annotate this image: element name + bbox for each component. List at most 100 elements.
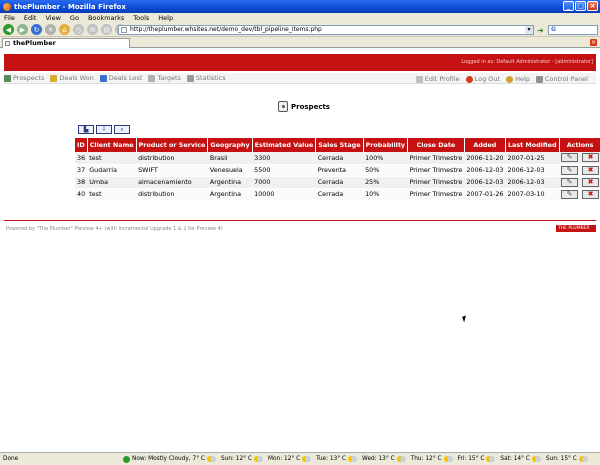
tab-theplumber[interactable]: thePlumber (2, 38, 130, 48)
delete-button[interactable]: ✖ (582, 189, 600, 199)
window-title: thePlumber - Mozilla Firefox (14, 2, 126, 11)
search-input[interactable]: G (548, 25, 598, 35)
cell-value: 7000 (252, 176, 316, 189)
col-sales-stage[interactable]: Sales Stage (315, 138, 364, 152)
delete-button[interactable]: ✖ (582, 177, 600, 187)
col-close-date[interactable]: Close Date (407, 138, 465, 152)
weather-now[interactable]: Now: Mostly Cloudy, 7° C (123, 455, 216, 463)
forecast-day[interactable]: Fri: 15° C (458, 456, 496, 462)
col-probability[interactable]: Probability (363, 138, 409, 152)
history-icon[interactable]: ◷ (73, 24, 84, 35)
nav-control-panel[interactable]: Control Panel (535, 75, 588, 83)
minimize-icon[interactable]: _ (563, 1, 574, 11)
search-button[interactable]: ⌕ (114, 125, 130, 134)
forecast-label: Wed: 13° C (362, 456, 395, 462)
col-product[interactable]: Product or Service (136, 138, 209, 152)
cell-probability: 100% (363, 152, 408, 165)
forecast-label: Tue: 13° C (316, 456, 347, 462)
edit-button[interactable]: ✎ (561, 177, 579, 187)
reload-icon[interactable]: ↻ (31, 24, 42, 35)
cell-modified: 2006-12-03 (505, 176, 560, 189)
add-record-button[interactable]: ▙ (78, 125, 94, 134)
nav-help[interactable]: Help (506, 75, 530, 83)
logout-icon (465, 75, 473, 83)
menu-edit[interactable]: Edit (24, 14, 37, 22)
forward-icon[interactable]: ▶ (17, 24, 28, 35)
edit-button[interactable]: ✎ (561, 165, 579, 175)
menu-tools[interactable]: Tools (133, 14, 149, 22)
col-id[interactable]: ID (75, 138, 88, 152)
delete-button[interactable]: ✖ (582, 153, 600, 163)
go-icon[interactable]: ➜ (537, 26, 544, 35)
forecast-day[interactable]: Sat: 14° C (500, 456, 541, 462)
add-icon: ▙ (83, 125, 89, 133)
nav-edit-profile[interactable]: Edit Profile (415, 75, 460, 83)
address-bar[interactable]: http://theplumber.whsites.net/demo_dev/t… (118, 25, 534, 35)
menu-help[interactable]: Help (158, 14, 173, 22)
delete-icon: ✖ (587, 189, 594, 198)
maximize-icon[interactable]: □ (575, 1, 586, 11)
forecast-day[interactable]: Sun: 12° C (221, 456, 263, 462)
forecast-day[interactable]: Wed: 13° C (362, 456, 406, 462)
favicon-icon (5, 41, 10, 46)
footer-text: Powered by "The Plumber" Preview 4+ (wit… (6, 226, 223, 232)
help-icon (506, 75, 514, 83)
cell-modified: 2007-03-10 (505, 188, 560, 201)
edit-icon: ✎ (566, 153, 573, 162)
menu-file[interactable]: File (4, 14, 15, 22)
close-icon[interactable]: × (587, 1, 598, 11)
nav-log-out[interactable]: Log Out (465, 75, 500, 83)
footer-divider (4, 220, 596, 221)
cell-actions: ✎ ✖ (559, 164, 600, 177)
col-added[interactable]: Added (464, 138, 506, 152)
table-row: 40 test distribution Argentina 10000 Cer… (75, 188, 600, 201)
forecast-day[interactable]: Tue: 13° C (316, 456, 358, 462)
cell-probability: 25% (363, 176, 408, 189)
edit-icon: ✎ (566, 165, 573, 174)
partly-cloudy-icon (348, 456, 358, 462)
menu-go[interactable]: Go (70, 14, 79, 22)
back-icon[interactable]: ◀ (3, 24, 14, 35)
forecast-day[interactable]: Mon: 12° C (268, 456, 312, 462)
cell-client: test (87, 152, 137, 165)
nav-deals-won[interactable]: Deals Won (50, 74, 94, 82)
nav-statistics[interactable]: Statistics (186, 74, 226, 82)
cell-actions: ✎ ✖ (559, 152, 600, 165)
cell-added: 2007-01-26 (464, 188, 506, 201)
nav-prospects[interactable]: Prospects (4, 74, 44, 82)
col-geography[interactable]: Geography (207, 138, 253, 152)
partly-cloudy-icon (253, 456, 263, 462)
cell-modified: 2006-12-03 (505, 164, 560, 177)
cell-probability: 50% (363, 164, 408, 177)
forecast-day[interactable]: Thu: 12° C (411, 456, 453, 462)
theplumber-badge[interactable]: THE PLUMBER (556, 225, 596, 232)
chevron-down-icon[interactable]: ▾ (525, 26, 533, 34)
nav-deals-lost[interactable]: Deals Lost (99, 74, 142, 82)
print-icon[interactable]: ▤ (101, 24, 112, 35)
cell-geography: Argentina (207, 176, 253, 189)
home-icon[interactable]: ⌂ (59, 24, 70, 35)
col-client-name[interactable]: Client Name (87, 138, 137, 152)
nav-targets[interactable]: Targets (148, 74, 181, 82)
menu-bookmarks[interactable]: Bookmarks (88, 14, 124, 22)
cell-id: 38 (75, 176, 88, 189)
edit-button[interactable]: ✎ (561, 189, 579, 199)
edit-button[interactable]: ✎ (561, 153, 579, 163)
menu-view[interactable]: View (45, 14, 60, 22)
forecast-day[interactable]: Sun: 15° C (546, 456, 588, 462)
close-tab-icon[interactable]: × (590, 39, 597, 46)
delete-button[interactable]: ✖ (582, 165, 600, 175)
prospects-icon (4, 74, 11, 82)
col-estimated-value[interactable]: Estimated Value (252, 138, 317, 152)
forecast-label: Fri: 15° C (457, 456, 485, 462)
table-header-row: ID Client Name Product or Service Geogra… (75, 138, 600, 152)
targets-icon (148, 74, 156, 82)
export-button[interactable]: ⇩ (96, 125, 112, 134)
forecast-label: Sun: 15° C (545, 456, 577, 462)
col-last-modified[interactable]: Last Modified (505, 138, 560, 152)
cell-added: 2006-12-03 (464, 164, 506, 177)
weather-now-label: Now: Mostly Cloudy, 7° C (132, 456, 205, 462)
mail-icon[interactable]: ✉ (87, 24, 98, 35)
stop-icon[interactable]: ✕ (45, 24, 56, 35)
prospects-icon (278, 101, 288, 112)
